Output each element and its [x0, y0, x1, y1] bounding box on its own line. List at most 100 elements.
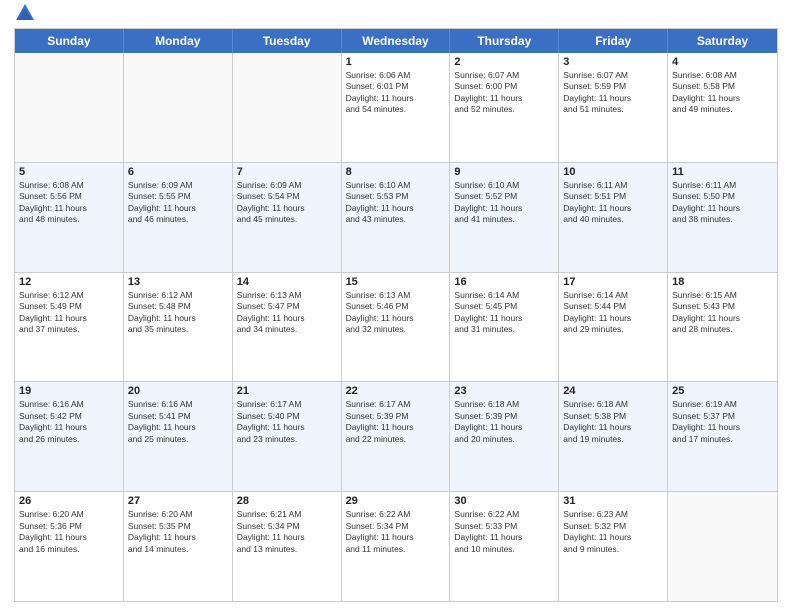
cell-info: Sunrise: 6:10 AM Sunset: 5:53 PM Dayligh… [346, 180, 446, 226]
day-number: 3 [563, 56, 663, 68]
calendar-cell: 18 Sunrise: 6:15 AM Sunset: 5:43 PM Dayli… [668, 273, 777, 382]
day-number: 12 [19, 276, 119, 288]
cell-info: Sunrise: 6:09 AM Sunset: 5:54 PM Dayligh… [237, 180, 337, 226]
day-number: 11 [672, 166, 773, 178]
cell-info: Sunrise: 6:20 AM Sunset: 5:36 PM Dayligh… [19, 509, 119, 555]
calendar-row: 19 Sunrise: 6:16 AM Sunset: 5:42 PM Dayli… [15, 381, 777, 491]
weekday-header: Sunday [15, 29, 124, 53]
day-number: 27 [128, 495, 228, 507]
cell-info: Sunrise: 6:07 AM Sunset: 5:59 PM Dayligh… [563, 70, 663, 116]
day-number: 4 [672, 56, 773, 68]
day-number: 8 [346, 166, 446, 178]
weekday-header: Friday [559, 29, 668, 53]
day-number: 18 [672, 276, 773, 288]
calendar-cell: 15 Sunrise: 6:13 AM Sunset: 5:46 PM Dayli… [342, 273, 451, 382]
calendar-cell: 2 Sunrise: 6:07 AM Sunset: 6:00 PM Daylig… [450, 53, 559, 162]
weekday-header: Thursday [450, 29, 559, 53]
calendar-cell: 1 Sunrise: 6:06 AM Sunset: 6:01 PM Daylig… [342, 53, 451, 162]
calendar-cell: 8 Sunrise: 6:10 AM Sunset: 5:53 PM Daylig… [342, 163, 451, 272]
day-number: 5 [19, 166, 119, 178]
weekday-header: Monday [124, 29, 233, 53]
calendar-cell: 14 Sunrise: 6:13 AM Sunset: 5:47 PM Dayli… [233, 273, 342, 382]
day-number: 16 [454, 276, 554, 288]
calendar-cell: 7 Sunrise: 6:09 AM Sunset: 5:54 PM Daylig… [233, 163, 342, 272]
calendar-cell: 19 Sunrise: 6:16 AM Sunset: 5:42 PM Dayli… [15, 382, 124, 491]
calendar-cell: 12 Sunrise: 6:12 AM Sunset: 5:49 PM Dayli… [15, 273, 124, 382]
day-number: 22 [346, 385, 446, 397]
calendar-cell: 29Sunrise: 6:22 AM Sunset: 5:34 PM Dayli… [342, 492, 451, 601]
day-number: 29 [346, 495, 446, 507]
cell-info: Sunrise: 6:14 AM Sunset: 5:44 PM Dayligh… [563, 290, 663, 336]
cell-info: Sunrise: 6:17 AM Sunset: 5:39 PM Dayligh… [346, 399, 446, 445]
calendar-header: SundayMondayTuesdayWednesdayThursdayFrid… [15, 29, 777, 53]
weekday-header: Saturday [668, 29, 777, 53]
day-number: 30 [454, 495, 554, 507]
header [14, 10, 778, 24]
calendar-cell: 31 Sunrise: 6:23 AM Sunset: 5:32 PM Dayli… [559, 492, 668, 601]
calendar-cell: 5 Sunrise: 6:08 AM Sunset: 5:56 PM Daylig… [15, 163, 124, 272]
day-number: 24 [563, 385, 663, 397]
logo [14, 10, 38, 24]
day-number: 17 [563, 276, 663, 288]
calendar-cell: 21Sunrise: 6:17 AM Sunset: 5:40 PM Dayli… [233, 382, 342, 491]
cell-info: Sunrise: 6:09 AM Sunset: 5:55 PM Dayligh… [128, 180, 228, 226]
day-number: 7 [237, 166, 337, 178]
cell-info: Sunrise: 6:06 AM Sunset: 6:01 PM Dayligh… [346, 70, 446, 116]
day-number: 28 [237, 495, 337, 507]
calendar-cell: 22 Sunrise: 6:17 AM Sunset: 5:39 PM Dayli… [342, 382, 451, 491]
calendar-cell [668, 492, 777, 601]
calendar-cell: 26 Sunrise: 6:20 AM Sunset: 5:36 PM Dayli… [15, 492, 124, 601]
cell-info: Sunrise: 6:11 AM Sunset: 5:50 PM Dayligh… [672, 180, 773, 226]
calendar-cell: 9 Sunrise: 6:10 AM Sunset: 5:52 PM Daylig… [450, 163, 559, 272]
cell-info: Sunrise: 6:21 AM Sunset: 5:34 PM Dayligh… [237, 509, 337, 555]
calendar: SundayMondayTuesdayWednesdayThursdayFrid… [14, 28, 778, 602]
calendar-cell: 4Sunrise: 6:08 AM Sunset: 5:58 PM Daylig… [668, 53, 777, 162]
logo-icon [14, 2, 36, 24]
day-number: 19 [19, 385, 119, 397]
cell-info: Sunrise: 6:16 AM Sunset: 5:42 PM Dayligh… [19, 399, 119, 445]
day-number: 14 [237, 276, 337, 288]
calendar-cell [15, 53, 124, 162]
cell-info: Sunrise: 6:18 AM Sunset: 5:39 PM Dayligh… [454, 399, 554, 445]
day-number: 25 [672, 385, 773, 397]
calendar-row: 26 Sunrise: 6:20 AM Sunset: 5:36 PM Dayli… [15, 491, 777, 601]
day-number: 2 [454, 56, 554, 68]
calendar-cell: 10Sunrise: 6:11 AM Sunset: 5:51 PM Dayli… [559, 163, 668, 272]
day-number: 1 [346, 56, 446, 68]
calendar-cell: 28 Sunrise: 6:21 AM Sunset: 5:34 PM Dayli… [233, 492, 342, 601]
day-number: 23 [454, 385, 554, 397]
day-number: 21 [237, 385, 337, 397]
calendar-cell: 16Sunrise: 6:14 AM Sunset: 5:45 PM Dayli… [450, 273, 559, 382]
cell-info: Sunrise: 6:16 AM Sunset: 5:41 PM Dayligh… [128, 399, 228, 445]
cell-info: Sunrise: 6:13 AM Sunset: 5:46 PM Dayligh… [346, 290, 446, 336]
cell-info: Sunrise: 6:18 AM Sunset: 5:38 PM Dayligh… [563, 399, 663, 445]
day-number: 13 [128, 276, 228, 288]
calendar-row: 12 Sunrise: 6:12 AM Sunset: 5:49 PM Dayli… [15, 272, 777, 382]
day-number: 26 [19, 495, 119, 507]
day-number: 9 [454, 166, 554, 178]
cell-info: Sunrise: 6:23 AM Sunset: 5:32 PM Dayligh… [563, 509, 663, 555]
weekday-header: Tuesday [233, 29, 342, 53]
calendar-cell: 20 Sunrise: 6:16 AM Sunset: 5:41 PM Dayli… [124, 382, 233, 491]
cell-info: Sunrise: 6:10 AM Sunset: 5:52 PM Dayligh… [454, 180, 554, 226]
cell-info: Sunrise: 6:07 AM Sunset: 6:00 PM Dayligh… [454, 70, 554, 116]
calendar-cell: 6 Sunrise: 6:09 AM Sunset: 5:55 PM Daylig… [124, 163, 233, 272]
page: SundayMondayTuesdayWednesdayThursdayFrid… [0, 0, 792, 612]
cell-info: Sunrise: 6:08 AM Sunset: 5:56 PM Dayligh… [19, 180, 119, 226]
cell-info: Sunrise: 6:13 AM Sunset: 5:47 PM Dayligh… [237, 290, 337, 336]
day-number: 20 [128, 385, 228, 397]
cell-info: Sunrise: 6:12 AM Sunset: 5:49 PM Dayligh… [19, 290, 119, 336]
day-number: 31 [563, 495, 663, 507]
cell-info: Sunrise: 6:15 AM Sunset: 5:43 PM Dayligh… [672, 290, 773, 336]
cell-info: Sunrise: 6:12 AM Sunset: 5:48 PM Dayligh… [128, 290, 228, 336]
calendar-cell: 25Sunrise: 6:19 AM Sunset: 5:37 PM Dayli… [668, 382, 777, 491]
calendar-cell [124, 53, 233, 162]
day-number: 6 [128, 166, 228, 178]
weekday-header: Wednesday [342, 29, 451, 53]
calendar-cell: 27Sunrise: 6:20 AM Sunset: 5:35 PM Dayli… [124, 492, 233, 601]
day-number: 15 [346, 276, 446, 288]
day-number: 10 [563, 166, 663, 178]
calendar-cell: 17 Sunrise: 6:14 AM Sunset: 5:44 PM Dayli… [559, 273, 668, 382]
calendar-cell: 13 Sunrise: 6:12 AM Sunset: 5:48 PM Dayli… [124, 273, 233, 382]
calendar-cell: 30Sunrise: 6:22 AM Sunset: 5:33 PM Dayli… [450, 492, 559, 601]
